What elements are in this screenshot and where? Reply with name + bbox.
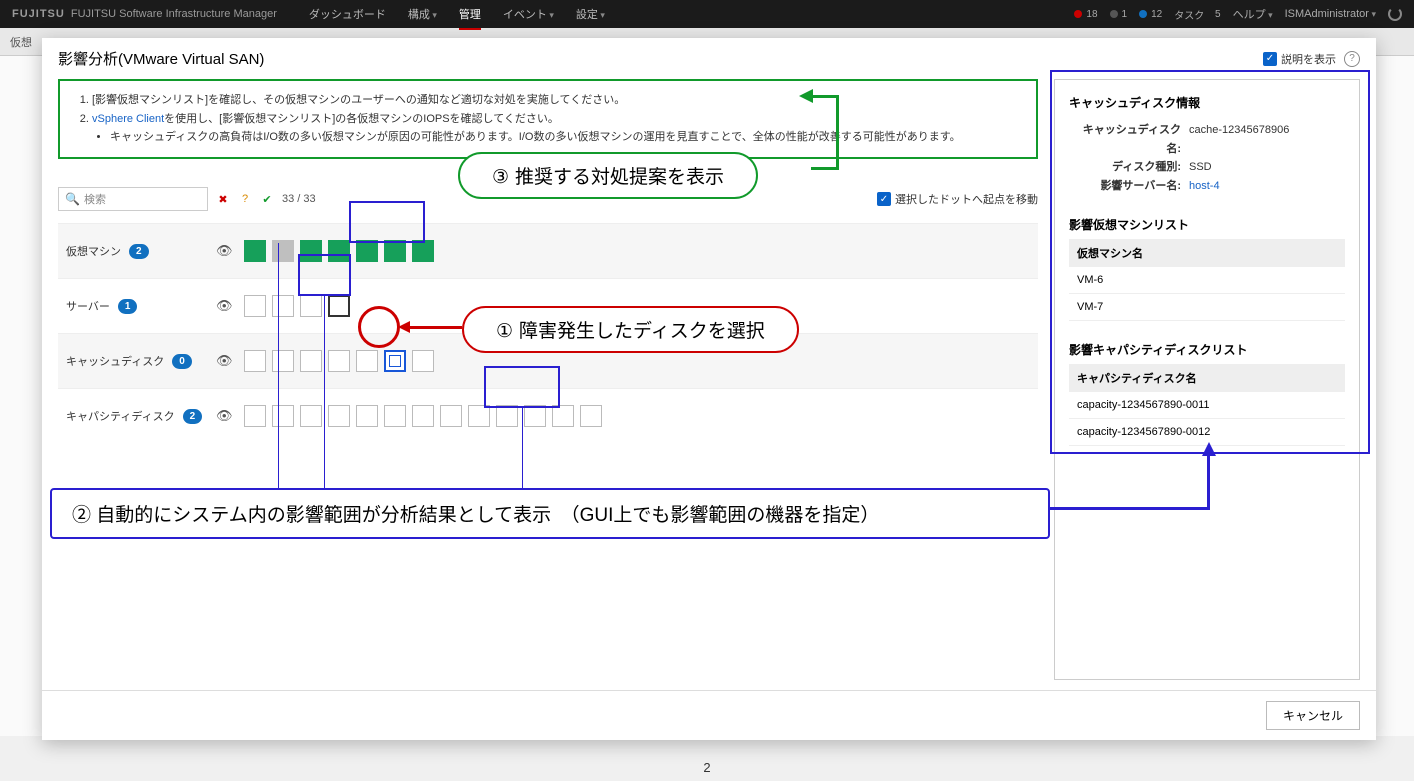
advisory-box: [影響仮想マシンリスト]を確認し、その仮想マシンのユーザーへの通知など適切な対処… bbox=[58, 79, 1038, 159]
capacity-node[interactable] bbox=[384, 405, 406, 427]
vm-col-header: 仮想マシン名 bbox=[1069, 239, 1345, 267]
server-node[interactable] bbox=[300, 295, 322, 317]
lane-server-badge: 1 bbox=[118, 299, 138, 314]
eye-icon[interactable]: 👁 bbox=[216, 298, 234, 314]
vm-node[interactable] bbox=[272, 240, 294, 262]
vm-node[interactable] bbox=[384, 240, 406, 262]
detail-pane: キャッシュディスク情報 キャッシュディスク名:cache-12345678906… bbox=[1054, 79, 1360, 680]
lane-capacity: キャパシティディスク 2 👁 bbox=[58, 388, 1038, 443]
vm-section-title: 影響仮想マシンリスト bbox=[1069, 216, 1345, 233]
cache-node[interactable] bbox=[328, 350, 350, 372]
cap-col-header: キャパシティディスク名 bbox=[1069, 364, 1345, 392]
search-icon: 🔍 bbox=[65, 192, 80, 206]
cache-node[interactable] bbox=[412, 350, 434, 372]
filter-count: 33 / 33 bbox=[282, 193, 316, 205]
table-row[interactable]: capacity-1234567890-0012 bbox=[1069, 419, 1345, 446]
capacity-node[interactable] bbox=[524, 405, 546, 427]
menu-structure[interactable]: 構成 bbox=[408, 6, 437, 22]
lane-vm-label: 仮想マシン bbox=[66, 243, 121, 259]
lane-capacity-badge: 2 bbox=[183, 409, 203, 424]
filter-ok-icon[interactable]: ✔ bbox=[260, 192, 274, 206]
topology-lanes: 仮想マシン 2 👁 bbox=[58, 223, 1038, 443]
capacity-node[interactable] bbox=[440, 405, 462, 427]
menu-dashboard[interactable]: ダッシュボード bbox=[309, 6, 386, 22]
lane-vm: 仮想マシン 2 👁 bbox=[58, 223, 1038, 278]
eye-icon[interactable]: 👁 bbox=[216, 243, 234, 259]
lane-server-label: サーバー bbox=[66, 298, 110, 314]
sub-tab[interactable]: 仮想 bbox=[10, 34, 32, 50]
vm-node[interactable] bbox=[300, 240, 322, 262]
eye-icon[interactable]: 👁 bbox=[216, 353, 234, 369]
capacity-node[interactable] bbox=[412, 405, 434, 427]
search-input[interactable]: 🔍 検索 bbox=[58, 187, 208, 211]
product-name: FUJITSU Software Infrastructure Manager bbox=[71, 8, 277, 20]
detail-server-link[interactable]: host-4 bbox=[1189, 180, 1220, 192]
cap-section-title: 影響キャパシティディスクリスト bbox=[1069, 341, 1345, 358]
cache-node[interactable] bbox=[300, 350, 322, 372]
impact-analysis-modal: 影響分析(VMware Virtual SAN) ✓ 説明を表示 ? [影響仮想… bbox=[42, 38, 1376, 740]
lane-capacity-label: キャパシティディスク bbox=[66, 408, 175, 424]
capacity-node[interactable] bbox=[468, 405, 490, 427]
cache-node[interactable] bbox=[356, 350, 378, 372]
tasks-link[interactable]: タスク 5 bbox=[1174, 7, 1220, 22]
menu-manage[interactable]: 管理 bbox=[459, 6, 481, 22]
help-menu[interactable]: ヘルプ bbox=[1233, 6, 1273, 22]
server-node[interactable] bbox=[244, 295, 266, 317]
eye-icon[interactable]: 👁 bbox=[216, 408, 234, 424]
capacity-node[interactable] bbox=[272, 405, 294, 427]
filter-error-icon[interactable]: ✖ bbox=[216, 192, 230, 206]
lane-cache: キャッシュディスク 0 👁 bbox=[58, 333, 1038, 388]
filter-warning-icon[interactable]: ? bbox=[238, 192, 252, 206]
detail-disk-name: cache-12345678906 bbox=[1189, 121, 1289, 158]
capacity-node[interactable] bbox=[300, 405, 322, 427]
table-row[interactable]: VM-6 bbox=[1069, 267, 1345, 294]
detail-header: キャッシュディスク情報 bbox=[1069, 94, 1345, 111]
capacity-node[interactable] bbox=[552, 405, 574, 427]
cache-node[interactable] bbox=[244, 350, 266, 372]
check-icon: ✓ bbox=[1263, 52, 1277, 66]
vm-node[interactable] bbox=[244, 240, 266, 262]
cache-node-selected[interactable] bbox=[384, 350, 406, 372]
lane-vm-badge: 2 bbox=[129, 244, 149, 259]
server-node-selected[interactable] bbox=[328, 295, 350, 317]
refresh-icon[interactable] bbox=[1388, 7, 1402, 21]
lane-cache-label: キャッシュディスク bbox=[66, 353, 164, 369]
vm-node[interactable] bbox=[356, 240, 378, 262]
capacity-node[interactable] bbox=[244, 405, 266, 427]
capacity-node[interactable] bbox=[328, 405, 350, 427]
table-row[interactable]: VM-7 bbox=[1069, 294, 1345, 321]
cancel-button[interactable]: キャンセル bbox=[1266, 701, 1360, 730]
help-icon[interactable]: ? bbox=[1344, 51, 1360, 67]
server-node[interactable] bbox=[272, 295, 294, 317]
main-menu: ダッシュボード 構成 管理 イベント 設定 bbox=[309, 6, 605, 22]
vm-node[interactable] bbox=[412, 240, 434, 262]
alert-red[interactable]: 18 bbox=[1074, 9, 1097, 20]
user-menu[interactable]: ISMAdministrator bbox=[1285, 8, 1376, 20]
modal-title: 影響分析(VMware Virtual SAN) bbox=[58, 48, 264, 69]
capacity-node[interactable] bbox=[356, 405, 378, 427]
cache-node[interactable] bbox=[272, 350, 294, 372]
page-number: 2 bbox=[0, 760, 1414, 775]
capacity-node[interactable] bbox=[496, 405, 518, 427]
lane-server: サーバー 1 👁 bbox=[58, 278, 1038, 333]
detail-disk-type: SSD bbox=[1189, 158, 1212, 177]
alert-gray[interactable]: 1 bbox=[1110, 9, 1128, 20]
move-origin-toggle[interactable]: ✓選択したドットへ起点を移動 bbox=[877, 191, 1038, 207]
filter-row: 🔍 検索 ✖ ? ✔ 33 / 33 ✓選択したドットへ起点を移動 bbox=[58, 187, 1038, 211]
menu-event[interactable]: イベント bbox=[503, 6, 554, 22]
vm-node[interactable] bbox=[328, 240, 350, 262]
table-row[interactable]: capacity-1234567890-0011 bbox=[1069, 392, 1345, 419]
show-description-toggle[interactable]: ✓ 説明を表示 bbox=[1263, 51, 1336, 67]
capacity-node[interactable] bbox=[580, 405, 602, 427]
brand-logo: FUJITSU bbox=[12, 8, 65, 20]
menu-settings[interactable]: 設定 bbox=[576, 6, 605, 22]
alert-blue[interactable]: 12 bbox=[1139, 9, 1162, 20]
lane-cache-badge: 0 bbox=[172, 354, 192, 369]
top-bar: FUJITSU FUJITSU Software Infrastructure … bbox=[0, 0, 1414, 28]
